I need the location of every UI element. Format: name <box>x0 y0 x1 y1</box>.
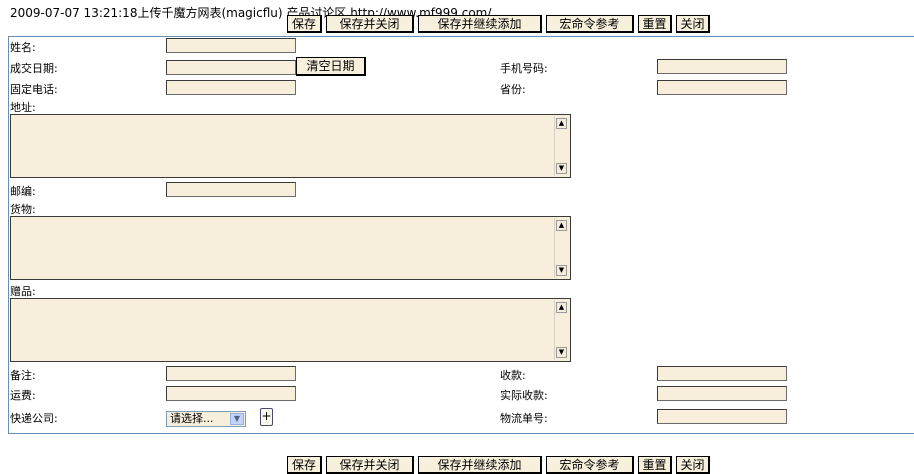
phone-label: 固定电话: <box>10 83 58 96</box>
name-label: 姓名: <box>10 41 36 54</box>
scroll-up-icon[interactable]: ▲ <box>556 118 567 129</box>
province-label: 省份: <box>500 83 526 96</box>
mobile-input[interactable] <box>657 59 787 74</box>
province-input[interactable] <box>657 80 787 95</box>
courier-select[interactable]: 请选择... ▼ <box>166 411 246 427</box>
save-close-button-bottom[interactable]: 保存并关闭 <box>326 456 414 474</box>
tracking-label: 物流单号: <box>500 412 548 425</box>
save-button[interactable]: 保存 <box>287 15 322 33</box>
gift-label: 赠品: <box>10 285 36 298</box>
gift-scrollbar[interactable]: ▲ ▼ <box>554 300 569 360</box>
gift-textarea[interactable]: ▲ ▼ <box>10 298 571 362</box>
actual-payment-label: 实际收款: <box>500 389 548 402</box>
address-label: 地址: <box>10 101 36 114</box>
reset-button-bottom[interactable]: 重置 <box>638 456 672 474</box>
remark-input[interactable] <box>166 366 296 381</box>
goods-scrollbar[interactable]: ▲ ▼ <box>554 218 569 278</box>
remark-label: 备注: <box>10 369 36 382</box>
address-textarea[interactable]: ▲ ▼ <box>10 114 571 178</box>
name-input[interactable] <box>166 38 296 53</box>
save-continue-button-bottom[interactable]: 保存并继续添加 <box>418 456 542 474</box>
macro-reference-button[interactable]: 宏命令参考 <box>546 15 634 33</box>
courier-label: 快递公司: <box>10 412 58 425</box>
scroll-up-icon[interactable]: ▲ <box>556 302 567 313</box>
payment-input[interactable] <box>657 366 787 381</box>
freight-input[interactable] <box>166 386 296 401</box>
freight-label: 运费: <box>10 389 36 402</box>
mobile-label: 手机号码: <box>500 62 548 75</box>
goods-textarea[interactable]: ▲ ▼ <box>10 216 571 280</box>
macro-reference-button-bottom[interactable]: 宏命令参考 <box>546 456 634 474</box>
save-button-bottom[interactable]: 保存 <box>287 456 322 474</box>
actual-payment-input[interactable] <box>657 386 787 401</box>
save-continue-button[interactable]: 保存并继续添加 <box>418 15 542 33</box>
payment-label: 收款: <box>500 369 526 382</box>
chevron-down-icon[interactable]: ▼ <box>230 413 244 425</box>
close-button[interactable]: 关闭 <box>676 15 710 33</box>
phone-input[interactable] <box>166 80 296 95</box>
add-courier-button[interactable]: + <box>260 408 273 426</box>
save-close-button[interactable]: 保存并关闭 <box>326 15 414 33</box>
goods-label: 货物: <box>10 203 36 216</box>
clear-date-button[interactable]: 清空日期 <box>296 57 366 76</box>
scroll-down-icon[interactable]: ▼ <box>556 347 567 358</box>
close-button-bottom[interactable]: 关闭 <box>676 456 710 474</box>
scroll-down-icon[interactable]: ▼ <box>556 163 567 174</box>
scroll-down-icon[interactable]: ▼ <box>556 265 567 276</box>
deal-date-label: 成交日期: <box>10 62 58 75</box>
courier-select-value: 请选择... <box>170 412 214 425</box>
deal-date-input[interactable] <box>166 60 296 75</box>
postcode-input[interactable] <box>166 182 296 197</box>
scroll-up-icon[interactable]: ▲ <box>556 220 567 231</box>
reset-button[interactable]: 重置 <box>638 15 672 33</box>
postcode-label: 邮编: <box>10 185 36 198</box>
address-scrollbar[interactable]: ▲ ▼ <box>554 116 569 176</box>
tracking-input[interactable] <box>657 409 787 424</box>
